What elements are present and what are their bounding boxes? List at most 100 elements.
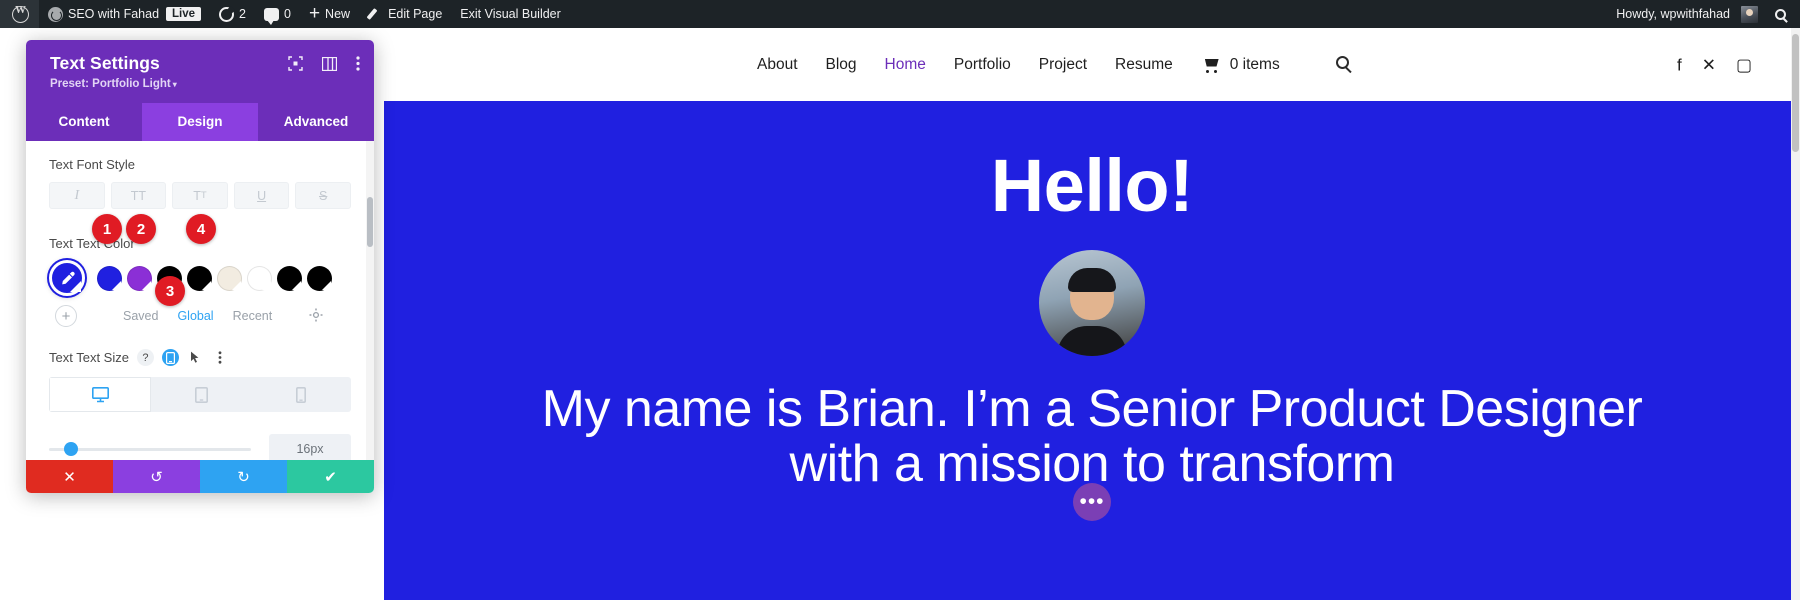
search-icon [1335,55,1349,69]
font-style-label: Text Font Style [49,157,135,172]
gear-icon[interactable] [309,308,323,324]
phone-tab[interactable] [251,377,351,412]
shopping-cart-icon [1203,58,1222,73]
site-dashboard-icon [48,6,63,22]
modal-header-actions [288,56,360,76]
new-content-button[interactable]: + New [300,0,359,28]
add-swatch-button[interactable]: + [55,305,77,327]
nav-item-blog[interactable]: Blog [826,56,857,74]
admin-search-button[interactable] [1767,0,1800,28]
eyedropper-icon[interactable] [49,260,85,296]
updates-count: 2 [239,7,246,21]
uppercase-button[interactable]: TT [110,182,167,209]
step-badge-2: 2 [126,214,156,244]
cart-button[interactable]: 0 items [1203,56,1280,74]
tablet-tab[interactable] [151,377,251,412]
site-name-menu[interactable]: SEO with Fahad Live [39,0,210,28]
avatar [1741,5,1758,23]
main-navigation: About Blog Home Portfolio Project Resume… [757,55,1349,74]
text-size-slider[interactable] [49,442,251,456]
slider-handle[interactable] [64,442,79,456]
more-button-label: ••• [1079,490,1105,513]
hero-tagline: My name is Brian. I’m a Senior Product D… [541,380,1643,494]
text-size-label-row: Text Text Size ? [49,349,351,366]
site-name-label: SEO with Fahad [68,7,160,21]
focus-target-icon[interactable] [288,56,303,76]
edit-page-button[interactable]: Edit Page [359,0,451,28]
text-size-input[interactable] [269,434,351,460]
text-size-slider-row [49,434,351,460]
desktop-tab[interactable] [49,377,151,412]
tab-advanced[interactable]: Advanced [258,103,374,141]
cancel-button[interactable]: ✕ [26,460,113,493]
x-twitter-icon[interactable]: ✕ [1702,56,1716,73]
wordpress-logo-button[interactable] [0,0,39,28]
strikethrough-button[interactable]: S [295,182,351,209]
settings-tabs: Content Design Advanced [26,103,374,141]
swatch-purple[interactable] [127,265,152,291]
updates-button[interactable]: 2 [210,0,255,28]
profile-photo [1039,250,1145,356]
ellipsis-icon[interactable]: ••• [1073,483,1111,521]
help-icon[interactable]: ? [136,349,154,366]
wordpress-logo-icon [12,4,29,23]
font-style-buttons: I TT TT U S [49,182,351,209]
palette-row: + Saved Global Recent [49,305,351,327]
nav-item-about[interactable]: About [757,56,798,74]
comments-button[interactable]: 0 [255,0,300,28]
nav-item-resume[interactable]: Resume [1115,56,1173,74]
palette-tab-global[interactable]: Global [177,309,213,323]
text-color-label: Text Text Color [49,236,135,251]
italic-button[interactable]: I [49,182,105,209]
underline-button[interactable]: U [233,182,290,209]
swatch-black-3[interactable] [277,265,302,291]
capitalize-glyph: T [193,188,201,203]
nav-item-project[interactable]: Project [1039,56,1087,74]
new-label: New [325,7,351,21]
exit-visual-builder-button[interactable]: Exit Visual Builder [451,0,570,28]
nav-item-home[interactable]: Home [885,56,926,74]
comments-count: 0 [283,7,291,21]
undo-button[interactable]: ↺ [113,460,200,493]
edit-page-label: Edit Page [388,7,443,21]
instagram-icon[interactable]: ▢ [1736,56,1752,73]
page-scrollbar-thumb[interactable] [1792,34,1799,152]
responsive-mobile-icon[interactable] [161,349,179,366]
layout-columns-icon[interactable] [321,56,338,76]
more-vertical-icon[interactable] [212,349,229,366]
swatch-blue[interactable] [97,265,122,291]
header-search-button[interactable] [1335,55,1349,74]
search-icon [1775,8,1786,20]
hero-heading: Hello! [990,144,1194,227]
capitalize-button[interactable]: TT [172,182,228,209]
swatch-black-2[interactable] [187,265,212,291]
exit-label: Exit Visual Builder [460,7,561,21]
plus-icon: + [308,3,321,24]
palette-tab-recent[interactable]: Recent [233,309,273,323]
admin-bar-right: Howdy, wpwithfahad [1607,0,1800,28]
swatch-white[interactable] [247,265,272,291]
social-links: f ✕ ▢ [1677,56,1752,73]
palette-tab-saved[interactable]: Saved [123,309,158,323]
preset-selector[interactable]: Preset: Portfolio Light ▾ [50,78,177,90]
settings-body: Text Font Style I TT TT U S Text Text Co… [26,141,374,460]
step-badge-3: 3 [155,276,185,306]
swatch-cream[interactable] [217,265,242,291]
redo-button[interactable]: ↻ [200,460,287,493]
cart-items-label: 0 items [1229,55,1280,73]
save-button[interactable]: ✔ [287,460,374,493]
panel-scrollbar-track[interactable] [366,141,374,460]
panel-scrollbar-thumb[interactable] [367,197,373,247]
tab-design[interactable]: Design [142,103,258,141]
howdy-user-menu[interactable]: Howdy, wpwithfahad [1607,0,1767,28]
updates-icon [219,6,235,22]
facebook-icon[interactable]: f [1677,56,1682,73]
howdy-label: Howdy, wpwithfahad [1616,7,1730,21]
text-size-label: Text Text Size [49,350,129,365]
nav-item-portfolio[interactable]: Portfolio [954,56,1011,74]
swatch-black-4[interactable] [307,265,332,291]
more-vertical-icon[interactable] [356,56,360,76]
tab-content[interactable]: Content [26,103,142,141]
comments-icon [263,7,279,25]
cursor-hover-icon[interactable] [187,349,204,366]
